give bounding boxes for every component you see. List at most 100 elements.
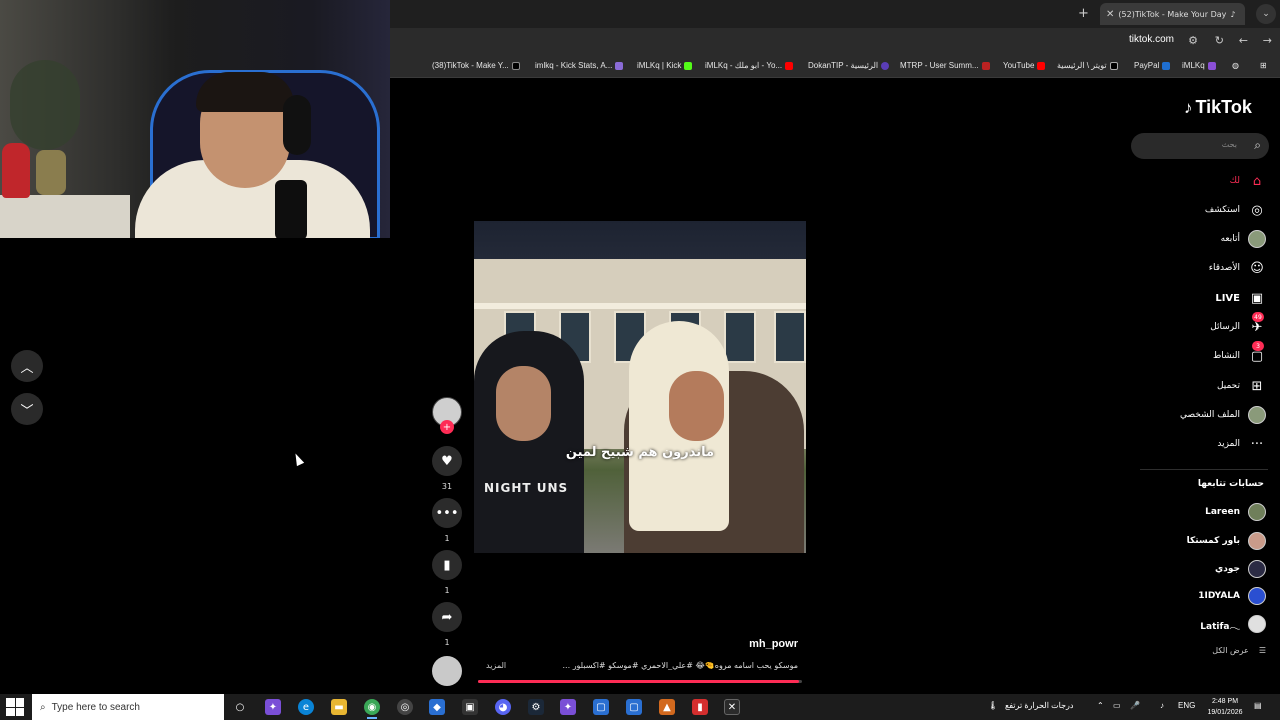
url-text[interactable]: tiktok.com (1129, 34, 1174, 45)
search-icon[interactable]: ⌕ (1254, 138, 1261, 153)
video-progress-bar[interactable] (478, 680, 802, 683)
close-icon[interactable]: ✕ (1106, 9, 1114, 20)
bookmark-item[interactable]: YouTube (1003, 61, 1046, 70)
volume-icon[interactable]: ♪ (1160, 701, 1164, 710)
avatar (1248, 503, 1266, 521)
sidebar-item-label: LIVE (1215, 292, 1240, 304)
sidebar-item-label: استكشف (1204, 205, 1240, 215)
bookmark-item[interactable]: (38)TikTok - Make Y... (432, 61, 520, 70)
chrome-icon[interactable]: ◉ (364, 699, 380, 719)
headset (283, 95, 311, 155)
activity-icon: ▢ 3 (1250, 341, 1264, 364)
chevron-down-icon[interactable]: ⌄ (1256, 4, 1276, 24)
next-video-button[interactable]: ﹀ (11, 393, 43, 425)
following-item[interactable]: 1IDYALA (1198, 586, 1266, 606)
following-item[interactable]: جودي (1215, 559, 1266, 579)
progress-fill (478, 680, 799, 683)
globe-icon[interactable]: ◍ (1232, 61, 1239, 70)
bookmark-item[interactable]: MTRP - User Summ... (900, 61, 990, 70)
chevron-up-icon[interactable]: ⌃ (1097, 701, 1104, 710)
following-item[interactable]: Latifa𓂃 (1200, 614, 1266, 634)
search-icon: ⌕ (40, 701, 46, 713)
language-indicator[interactable]: ENG (1178, 701, 1195, 710)
tab-title: (52)TikTok - Make Your Day (1118, 9, 1227, 19)
sidebar-item[interactable]: LIVE ▣ (1215, 287, 1266, 309)
save-button[interactable]: ▮ (432, 550, 462, 580)
bookmark-item[interactable]: imlkq - Kick Stats, A... (535, 61, 624, 70)
see-all-link[interactable]: عرض الكل ☰ (1212, 646, 1266, 655)
sidebar-item-label: النشاط (1212, 351, 1240, 361)
sidebar-item[interactable]: تحميل ⊞ (1217, 375, 1266, 397)
network-icon[interactable]: ▭ (1113, 701, 1121, 710)
avatar (1248, 587, 1266, 605)
twitch-icon (1207, 61, 1216, 70)
steam-icon[interactable]: ⚙ (528, 699, 544, 715)
bookmarks-bar: (38)TikTok - Make Y... imlkq - Kick Stat… (390, 56, 1280, 78)
app-icon[interactable]: ✕ (724, 699, 740, 715)
bookmark-item[interactable]: iMLKq - ابو ملك - Yo... (705, 61, 794, 70)
avatar (1248, 230, 1266, 248)
sidebar-item[interactable]: المزيد ··· (1217, 433, 1266, 455)
apps-grid-icon[interactable]: ⊞ (1260, 61, 1267, 70)
copilot-icon[interactable]: ✦ (560, 699, 576, 715)
avatar (1248, 230, 1266, 248)
copilot-icon[interactable]: ✦ (265, 699, 281, 715)
sidebar-item[interactable]: استكشف ◎ (1205, 199, 1266, 221)
microphone-icon[interactable]: 🎤 (1130, 701, 1140, 710)
tab-tiktok[interactable]: ✕ (52)TikTok - Make Your Day ♪ (1100, 3, 1245, 25)
sidebar-item[interactable]: الأصدقاء ☺ (1209, 257, 1266, 279)
reload-icon[interactable]: ↻ (1215, 34, 1224, 47)
bookmark-item[interactable]: iMLKq | Kick (637, 61, 693, 70)
back-icon[interactable]: ← (1239, 34, 1248, 47)
app-icon[interactable]: ▣ (462, 699, 478, 715)
weather-text[interactable]: درجات الحرارة ترتفع (1005, 701, 1073, 710)
tiktok-logo[interactable]: ♪ TikTok (1184, 97, 1252, 118)
new-tab-icon[interactable]: + (1078, 6, 1089, 21)
site-settings-icon[interactable]: ⚙ (1188, 34, 1198, 47)
bookmark-item[interactable]: PayPal (1134, 61, 1171, 70)
app-icon[interactable]: ◆ (429, 699, 445, 715)
video-player[interactable]: NIGHT UNS ماندرون هم شبيح لمين (474, 221, 806, 553)
start-button[interactable] (6, 698, 24, 716)
app-icon[interactable]: ▲ (659, 699, 675, 715)
sidebar-item[interactable]: أتابعه (1221, 228, 1266, 250)
clock[interactable]: 2:48 PM 19/01/2026 (1203, 696, 1247, 718)
app-icon[interactable]: ▢ (626, 699, 642, 715)
more-link[interactable]: المزيد (486, 661, 506, 670)
music-disc-avatar[interactable] (432, 656, 462, 686)
task-view-icon[interactable]: ○ (232, 699, 248, 715)
file-explorer-icon[interactable]: ▬ (331, 699, 347, 715)
following-item[interactable]: باور كمستكا (1187, 531, 1266, 551)
share-button[interactable]: ➦ (432, 602, 462, 632)
following-heading: حسابات تتابعها (1197, 479, 1264, 489)
app-icon[interactable]: ▢ (593, 699, 609, 715)
forward-icon[interactable]: → (1263, 34, 1272, 47)
previous-video-button[interactable]: ︿ (11, 350, 43, 382)
taskbar-search[interactable]: ⌕ Type here to search (32, 694, 224, 720)
bookmark-item[interactable]: DokanTIP - الرئيسية (808, 61, 890, 70)
search-input[interactable]: بحث ⌕ (1131, 133, 1269, 159)
notifications-icon[interactable]: ▤ (1254, 701, 1262, 710)
following-name: Lareen (1205, 507, 1240, 517)
like-count: 31 (441, 482, 453, 491)
bookmark-icon: ▮ (443, 557, 451, 573)
following-item[interactable]: Lareen (1205, 502, 1266, 522)
app-icon[interactable]: ▮ (692, 699, 708, 715)
author-name[interactable]: mh_powr (749, 638, 798, 650)
like-button[interactable]: ♥ (432, 446, 462, 476)
streamer-hair (196, 72, 294, 112)
follow-button[interactable]: + (440, 420, 454, 434)
edge-icon[interactable]: e (298, 699, 314, 715)
bookmark-item[interactable]: تويتر \ الرئيسية (1057, 61, 1118, 70)
avatar (1248, 615, 1266, 633)
sidebar-item[interactable]: لك ⌂ (1230, 170, 1266, 192)
sidebar-item[interactable]: الرسائل ✈ 49 (1210, 312, 1266, 338)
sidebar-item[interactable]: النشاط ▢ 3 (1212, 341, 1266, 367)
bookmark-item[interactable]: iMLKq (1182, 61, 1216, 70)
discord-icon[interactable]: ◕ (495, 699, 511, 715)
obs-icon[interactable]: ◎ (397, 699, 413, 715)
comment-button[interactable]: ••• (432, 498, 462, 528)
following-name: باور كمستكا (1186, 536, 1240, 546)
sidebar-item[interactable]: الملف الشخصي (1180, 404, 1266, 426)
dokantip-icon (881, 61, 890, 70)
